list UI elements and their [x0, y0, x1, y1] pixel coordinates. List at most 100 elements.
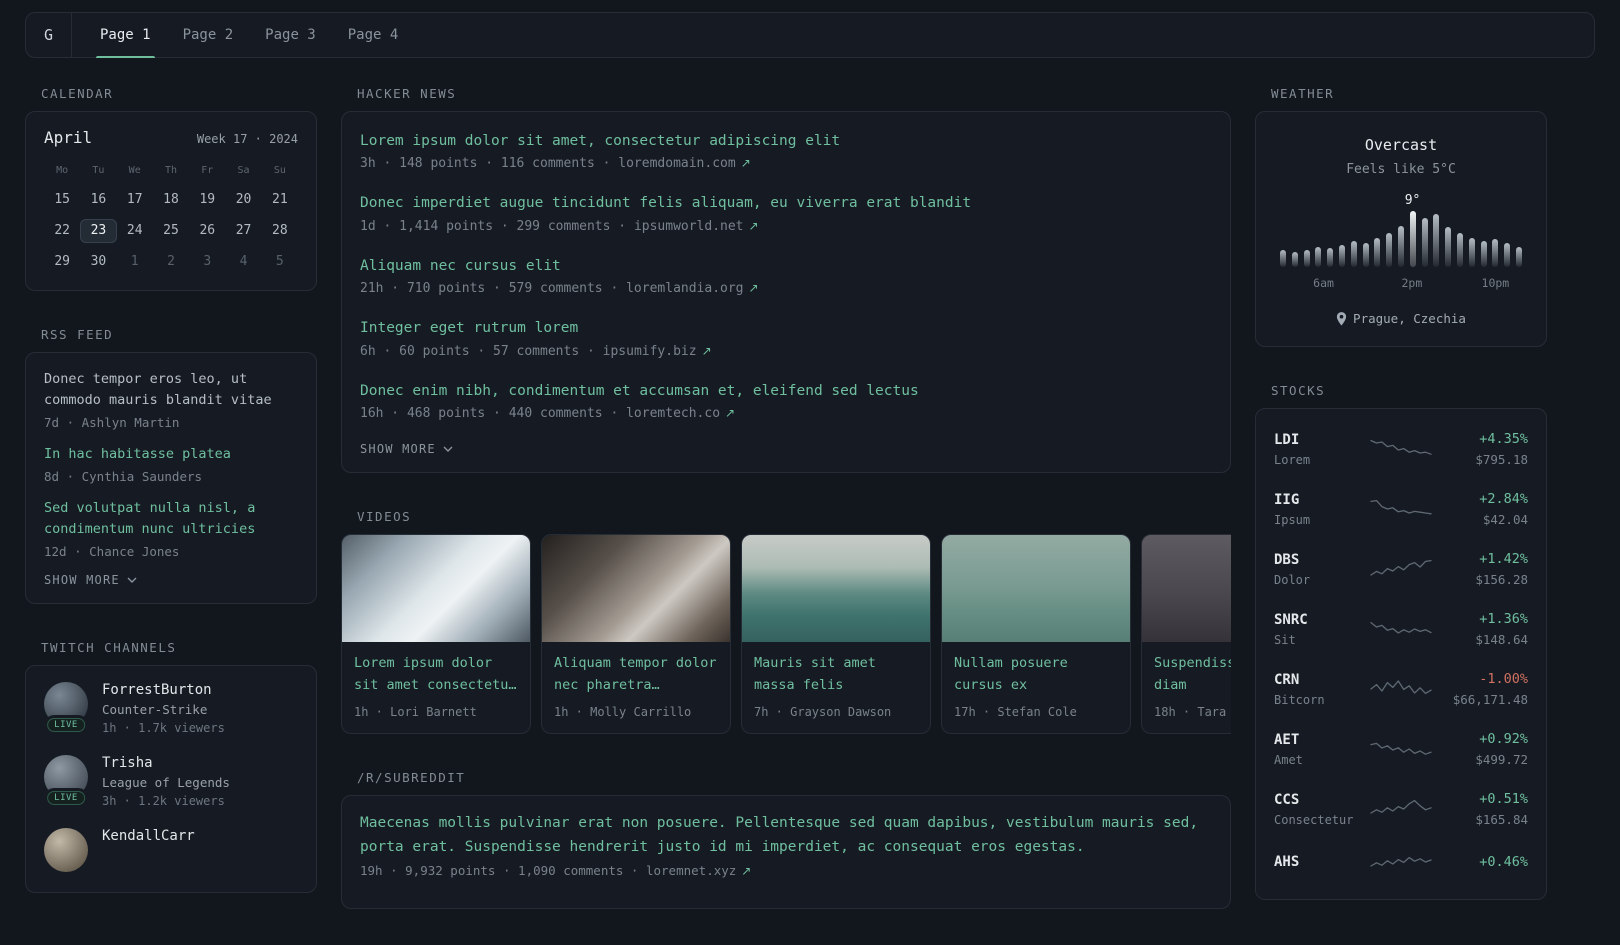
hn-title-link[interactable]: Integer eget rutrum lorem [360, 317, 1212, 339]
stock-ticker: SNRC [1274, 611, 1308, 628]
stock-ticker: DBS [1274, 551, 1300, 568]
hn-item-meta: 3h · 148 points · 116 comments · loremdo… [360, 156, 1212, 171]
stock-row[interactable]: IIG Ipsum +2.84% $42.04 [1274, 479, 1528, 539]
hn-domain-link[interactable]: loremdomain.com ↗ [618, 156, 750, 171]
video-info: Mauris sit amet massa felis 7h · Grayson… [742, 642, 930, 733]
calendar-widget: CALENDAR April Week 17 · 2024 Mo Tu We T… [25, 86, 317, 291]
stocks-section-title: STOCKS [1271, 383, 1326, 398]
stock-row[interactable]: AET Amet +0.92% $499.72 [1274, 719, 1528, 779]
hn-item-meta: 6h · 60 points · 57 comments · ipsumify.… [360, 344, 1212, 359]
hn-item: Donec enim nibh, condimentum et accumsan… [360, 380, 1212, 421]
video-card[interactable]: Lorem ipsum dolor sit amet consectetu… 1… [341, 534, 531, 735]
twitch-channel[interactable]: KendallCarr [44, 827, 298, 872]
weather-peak-temp: 9° [1404, 193, 1421, 208]
stock-name: Lorem [1274, 452, 1311, 467]
rss-card: Donec tempor eros leo, ut commodo mauris… [25, 352, 317, 604]
tab-page-2[interactable]: Page 2 [179, 13, 238, 57]
calendar-day-next-month: 4 [239, 254, 248, 269]
video-card[interactable]: Nullam posuere cursus ex 17h · Stefan Co… [941, 534, 1131, 735]
hn-domain-link[interactable]: loremlandia.org ↗ [626, 281, 758, 296]
stock-sparkline [1369, 736, 1433, 762]
rss-widget: RSS FEED Donec tempor eros leo, ut commo… [25, 327, 317, 604]
tab-page-4[interactable]: Page 4 [344, 13, 403, 57]
avatar: LIVE [44, 754, 88, 805]
calendar-day: 25 [163, 223, 179, 238]
hn-item: Donec imperdiet augue tincidunt felis al… [360, 192, 1212, 233]
rss-item-link[interactable]: In hac habitasse platea [44, 444, 298, 465]
subreddit-post-link[interactable]: Maecenas mollis pulvinar erat non posuer… [360, 812, 1212, 858]
weather-location: Prague, Czechia [1272, 311, 1530, 326]
video-card[interactable]: Aliquam tempor dolor nec pharetra… 1h · … [541, 534, 731, 735]
hn-domain-link[interactable]: loremtech.co ↗ [626, 406, 735, 421]
rss-item-meta: 7d · Ashlyn Martin [44, 414, 180, 430]
weather-condition: Overcast [1364, 136, 1438, 154]
time-label: 10pm [1481, 276, 1510, 290]
channel-info: KendallCarr [102, 828, 195, 848]
stock-sparkline [1369, 616, 1433, 642]
stock-change: -1.00% [1479, 671, 1528, 687]
subreddit-widget: /R/SUBREDDIT Maecenas mollis pulvinar er… [341, 770, 1231, 909]
location-pin-icon [1336, 311, 1347, 325]
twitch-card: LIVE ForrestBurton Counter-Strike 1h · 1… [25, 664, 317, 893]
subreddit-domain-link[interactable]: loremnet.xyz ↗ [646, 863, 751, 878]
hn-show-more-button[interactable]: SHOW MORE [360, 442, 453, 456]
calendar-day: 28 [272, 223, 288, 238]
videos-section-title: VIDEOS [357, 509, 412, 525]
channel-name: KendallCarr [102, 827, 195, 844]
rss-show-more-button[interactable]: SHOW MORE [44, 573, 137, 587]
calendar-day: 20 [235, 192, 252, 207]
hn-domain-link[interactable]: ipsumworld.net ↗ [634, 219, 759, 234]
stock-change: +0.51% [1479, 791, 1528, 807]
stock-price: $148.64 [1475, 632, 1528, 647]
subreddit-post-meta: 19h · 9,932 points · 1,090 comments · lo… [360, 863, 1212, 878]
hn-title-link[interactable]: Donec imperdiet augue tincidunt felis al… [360, 192, 1212, 214]
calendar-day-next-month: 5 [275, 254, 284, 269]
channel-meta: 3h · 1.2k viewers [102, 793, 225, 808]
calendar-week-year: Week 17 · 2024 [196, 132, 298, 146]
hn-title-link[interactable]: Lorem ipsum dolor sit amet, consectetur … [360, 130, 1212, 152]
external-link-icon: ↗ [740, 156, 751, 171]
rss-section-title: RSS FEED [41, 327, 114, 342]
channel-avatar [44, 827, 88, 872]
right-column: WEATHER Overcast Feels like 5°C 9° 6am 2… [1255, 86, 1547, 936]
videos-list: Lorem ipsum dolor sit amet consectetu… 1… [341, 534, 1231, 735]
twitch-channel[interactable]: LIVE ForrestBurton Counter-Strike 1h · 1… [44, 681, 298, 735]
weather-widget: WEATHER Overcast Feels like 5°C 9° 6am 2… [1255, 86, 1547, 347]
stock-row[interactable]: CCS Consectetur +0.51% $165.84 [1274, 779, 1528, 839]
hn-domain-link[interactable]: ipsumify.biz ↗ [603, 344, 712, 359]
calendar-day: 16 [90, 192, 107, 207]
stock-price: $795.18 [1475, 452, 1528, 467]
stock-sparkline [1369, 496, 1433, 522]
calendar-day-headers: Mo Tu We Th Fr Sa Su [44, 165, 298, 176]
stock-name: Sit [1274, 632, 1296, 647]
day-header: Fr [201, 165, 214, 176]
video-thumbnail [1142, 535, 1231, 643]
video-title: Suspendisse diam [1154, 655, 1231, 693]
hn-title-link[interactable]: Aliquam nec cursus elit [360, 255, 1212, 277]
stock-row[interactable]: AHS +0.46% [1274, 839, 1528, 889]
dashboard-grid: CALENDAR April Week 17 · 2024 Mo Tu We T… [25, 86, 1595, 945]
video-title: Aliquam tempor dolor nec pharetra… [554, 655, 717, 693]
rss-item-link[interactable]: Donec tempor eros leo, ut commodo mauris… [44, 369, 298, 411]
stock-name: Ipsum [1274, 512, 1311, 527]
calendar-day-next-month: 3 [203, 254, 212, 269]
tab-page-3[interactable]: Page 3 [261, 13, 320, 57]
weather-time-labels: 6am 2pm 10pm [1280, 276, 1522, 291]
twitch-channel[interactable]: LIVE Trisha League of Legends 3h · 1.2k … [44, 754, 298, 808]
stock-change: +4.35% [1479, 431, 1528, 447]
middle-column: HACKER NEWS Lorem ipsum dolor sit amet, … [341, 86, 1231, 945]
calendar-day: 18 [163, 192, 179, 207]
rss-item-link[interactable]: Sed volutpat nulla nisl, a condimentum n… [44, 498, 298, 540]
stock-row[interactable]: LDI Lorem +4.35% $795.18 [1274, 419, 1528, 479]
stock-row[interactable]: CRN Bitcorn -1.00% $66,171.48 [1274, 659, 1528, 719]
stock-name: Dolor [1274, 572, 1311, 587]
tab-page-1[interactable]: Page 1 [96, 13, 155, 58]
calendar-day: 19 [199, 192, 216, 207]
channel-game: League of Legends [102, 774, 230, 790]
video-card[interactable]: Mauris sit amet massa felis 7h · Grayson… [741, 534, 931, 735]
stock-row[interactable]: SNRC Sit +1.36% $148.64 [1274, 599, 1528, 659]
hn-title-link[interactable]: Donec enim nibh, condimentum et accumsan… [360, 380, 1212, 402]
stock-row[interactable]: DBS Dolor +1.42% $156.28 [1274, 539, 1528, 599]
hn-meta-text: 16h · 468 points · 440 comments · [360, 406, 627, 422]
video-card[interactable]: Suspendisse diam 18h · Tara [1141, 534, 1231, 735]
